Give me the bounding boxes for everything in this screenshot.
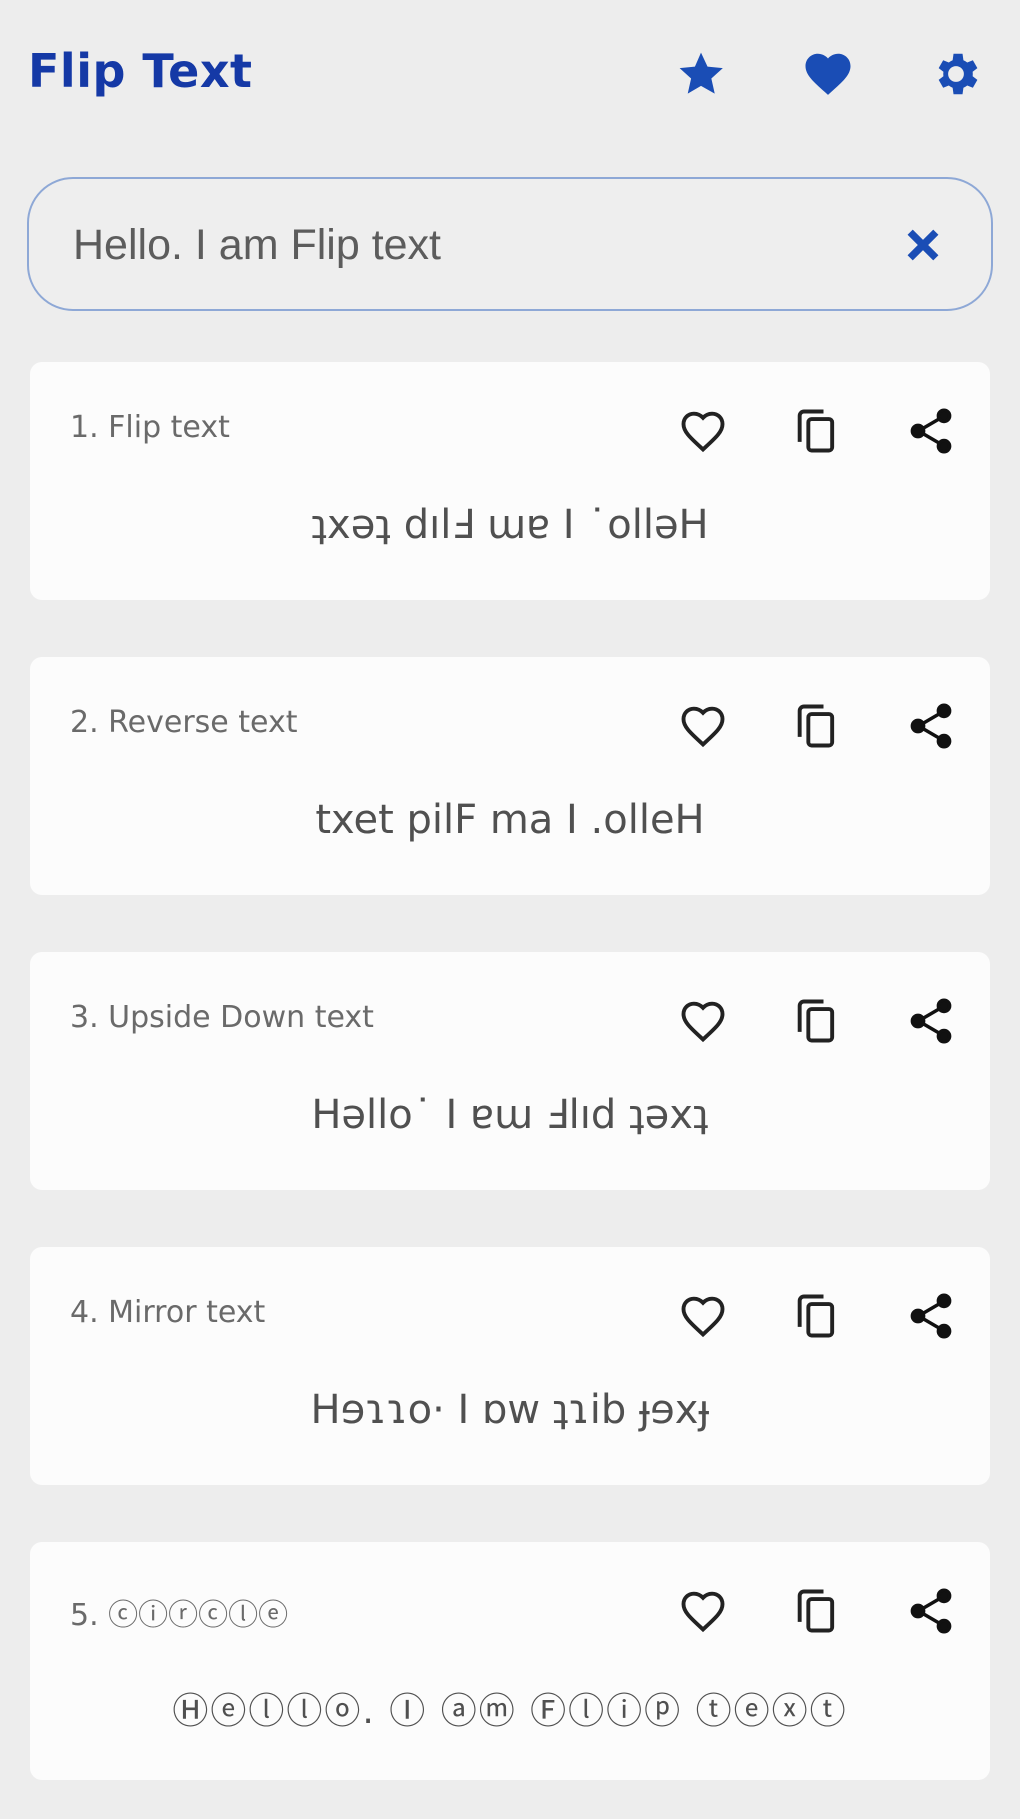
card-actions	[674, 1287, 960, 1345]
card-actions	[674, 697, 960, 755]
heart-outline-icon	[681, 1591, 725, 1633]
result-card: 5. ⓒⓘⓡⓒⓛⓔ Ⓗⓔⓛⓛⓞ. Ⓘ ⓐⓜ Ⓕⓛⓘⓟ ⓣⓔⓧⓣ	[30, 1542, 990, 1780]
copy-icon	[797, 1294, 835, 1338]
share-icon	[910, 998, 952, 1044]
heart-icon	[805, 53, 851, 95]
share-icon	[910, 1588, 952, 1634]
card-actions	[674, 992, 960, 1050]
result-label: 4. Mirror text	[70, 1295, 266, 1330]
copy-button[interactable]	[788, 402, 846, 460]
copy-icon	[797, 409, 835, 453]
heart-outline-icon	[681, 411, 725, 453]
favorite-button[interactable]	[674, 402, 732, 460]
favorite-button[interactable]	[674, 1287, 732, 1345]
share-icon	[910, 703, 952, 749]
result-label: 3. Upside Down text	[70, 1000, 374, 1035]
result-card: 4. Mirror text Hɘɿɿo· I ɒw ʇɿib ɟɘxɟ	[30, 1247, 990, 1485]
copy-icon	[797, 704, 835, 748]
clear-button[interactable]	[901, 223, 945, 267]
favorite-button[interactable]	[674, 697, 732, 755]
copy-button[interactable]	[788, 992, 846, 1050]
share-button[interactable]	[902, 697, 960, 755]
star-icon	[679, 52, 723, 94]
heart-outline-icon	[681, 706, 725, 748]
share-icon	[910, 1293, 952, 1339]
favorite-button[interactable]	[674, 992, 732, 1050]
app-title: Flip Text	[28, 44, 253, 98]
heart-outline-icon	[681, 1001, 725, 1043]
favorite-button[interactable]	[674, 1582, 732, 1640]
text-input-box	[27, 177, 993, 311]
share-button[interactable]	[902, 1582, 960, 1640]
card-actions	[674, 1582, 960, 1640]
share-button[interactable]	[902, 992, 960, 1050]
copy-button[interactable]	[788, 1582, 846, 1640]
result-card: 1. Flip text ʇxǝʇ dılℲ ɯɐ I ˙ollǝH	[30, 362, 990, 600]
share-icon	[910, 408, 952, 454]
card-actions	[674, 402, 960, 460]
rate-button[interactable]	[673, 46, 729, 102]
settings-button[interactable]	[928, 46, 984, 102]
result-output[interactable]: txet pilF ma I .olleH	[30, 797, 990, 843]
result-card: 2. Reverse text txet pilF ma I .olleH	[30, 657, 990, 895]
gear-icon	[938, 53, 978, 95]
heart-outline-icon	[681, 1296, 725, 1338]
favorites-button[interactable]	[800, 46, 856, 102]
result-card: 3. Upside Down text Hǝllo˙ I ɐɯ Ⅎlıd ʇǝx…	[30, 952, 990, 1190]
app-header: Flip Text	[0, 0, 1020, 150]
result-label: 5. ⓒⓘⓡⓒⓛⓔ	[70, 1598, 289, 1633]
result-output[interactable]: Hɘɿɿo· I ɒw ʇɿib ɟɘxɟ	[30, 1387, 990, 1433]
copy-button[interactable]	[788, 697, 846, 755]
result-output[interactable]: Hǝllo˙ I ɐɯ Ⅎlıd ʇǝxʇ	[30, 1092, 990, 1138]
share-button[interactable]	[902, 402, 960, 460]
text-input[interactable]	[71, 209, 875, 281]
close-icon	[907, 229, 939, 261]
result-label: 1. Flip text	[70, 410, 230, 445]
result-output[interactable]: ʇxǝʇ dılℲ ɯɐ I ˙ollǝH	[30, 502, 990, 548]
share-button[interactable]	[902, 1287, 960, 1345]
copy-button[interactable]	[788, 1287, 846, 1345]
copy-icon	[797, 999, 835, 1043]
copy-icon	[797, 1589, 835, 1633]
result-output[interactable]: Ⓗⓔⓛⓛⓞ. Ⓘ ⓐⓜ Ⓕⓛⓘⓟ ⓣⓔⓧⓣ	[30, 1682, 990, 1734]
result-label: 2. Reverse text	[70, 705, 298, 740]
